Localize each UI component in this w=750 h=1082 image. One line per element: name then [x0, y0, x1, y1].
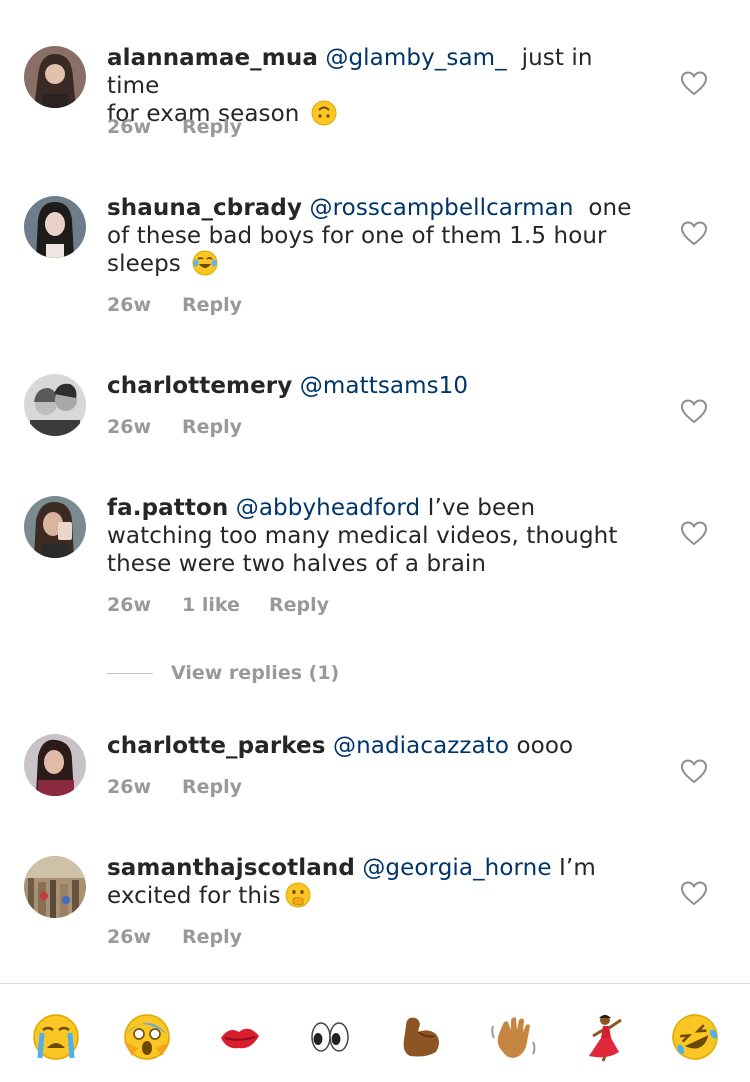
like-heart-icon[interactable] — [680, 398, 708, 424]
upside-down-face-emoji — [311, 100, 337, 126]
comment-body-line: of these bad boys for one of them 1.5 ho… — [107, 223, 607, 249]
view-replies-button[interactable]: View replies (1) — [107, 662, 339, 690]
mention-link[interactable]: @mattsams10 — [300, 373, 468, 399]
mention-link[interactable]: @abbyheadford — [236, 495, 420, 521]
like-count[interactable]: 1 like — [182, 594, 269, 616]
like-heart-icon[interactable] — [680, 520, 708, 546]
reply-button[interactable]: Reply — [182, 776, 242, 798]
reply-button[interactable]: Reply — [182, 926, 242, 948]
comment-body-line: I’m — [559, 855, 596, 881]
comment-body-line: excited for this — [107, 883, 281, 909]
comment-meta: 26w Reply — [107, 776, 242, 798]
like-heart-icon[interactable] — [680, 880, 708, 906]
mention-link[interactable]: @glamby_sam_ — [325, 45, 506, 71]
username[interactable]: alannamae_mua — [107, 45, 318, 71]
avatar[interactable] — [24, 196, 86, 258]
comment-text: fa.patton @abbyheadford I’ve been watchi… — [107, 494, 647, 578]
username[interactable]: charlottemery — [107, 373, 292, 399]
reply-button[interactable]: Reply — [182, 416, 242, 438]
avatar[interactable] — [24, 856, 86, 918]
username[interactable]: samanthajscotland — [107, 855, 355, 881]
timestamp: 26w — [107, 926, 151, 948]
comment-body-line: I’ve been — [427, 495, 536, 521]
eyes-icon[interactable] — [305, 1012, 355, 1062]
comment-body-line: these were two halves of a brain — [107, 551, 487, 577]
like-heart-icon[interactable] — [680, 758, 708, 784]
timestamp: 26w — [107, 416, 151, 438]
comment-meta: 26w 1 like Reply — [107, 594, 329, 616]
comment-text: charlotte_parkes @nadiacazzato oooo — [107, 732, 647, 760]
timestamp: 26w — [107, 294, 151, 316]
timestamp: 26w — [107, 776, 151, 798]
comment-meta: 26w Reply — [107, 926, 242, 948]
flexed-biceps-icon[interactable] — [396, 1012, 446, 1062]
comment-meta: 26w Reply — [107, 116, 242, 138]
emoji-quick-bar — [0, 1012, 750, 1068]
comment-meta: 26w Reply — [107, 294, 242, 316]
username[interactable]: charlotte_parkes — [107, 733, 326, 759]
comment-body-line: one — [588, 195, 632, 221]
hand-over-mouth-face-emoji — [285, 882, 311, 908]
view-replies-line — [107, 672, 153, 674]
timestamp: 26w — [107, 594, 151, 616]
waving-hand-icon[interactable] — [489, 1012, 539, 1062]
mention-link[interactable]: @rosscampbellcarman — [310, 195, 574, 221]
screaming-in-fear-face-icon[interactable] — [122, 1012, 172, 1062]
comment-text: shauna_cbrady @rosscampbellcarman one of… — [107, 194, 647, 278]
avatar[interactable] — [24, 734, 86, 796]
comment-text: samanthajscotland @georgia_horne I’m exc… — [107, 854, 647, 910]
loudly-crying-face-icon[interactable] — [31, 1012, 81, 1062]
tears-of-joy-face-emoji — [192, 250, 218, 276]
username[interactable]: shauna_cbrady — [107, 195, 302, 221]
comment-meta: 26w Reply — [107, 416, 242, 438]
comment-text: charlottemery @mattsams10 — [107, 372, 647, 400]
comment-body-line: watching too many medical videos, though… — [107, 523, 618, 549]
mention-link[interactable]: @nadiacazzato — [333, 733, 509, 759]
comment-body-line: oooo — [516, 733, 574, 759]
view-replies-label: View replies (1) — [171, 662, 340, 684]
reply-button[interactable]: Reply — [269, 594, 329, 616]
reply-button[interactable]: Reply — [182, 116, 242, 138]
like-heart-icon[interactable] — [680, 70, 708, 96]
username[interactable]: fa.patton — [107, 495, 228, 521]
rolling-on-floor-laughing-face-icon[interactable] — [670, 1012, 720, 1062]
avatar[interactable] — [24, 496, 86, 558]
reply-button[interactable]: Reply — [182, 294, 242, 316]
woman-dancing-icon[interactable] — [579, 1012, 629, 1062]
comment-body-line: sleeps — [107, 251, 181, 277]
mention-link[interactable]: @georgia_horne — [362, 855, 551, 881]
avatar[interactable] — [24, 374, 86, 436]
avatar[interactable] — [24, 46, 86, 108]
timestamp: 26w — [107, 116, 151, 138]
divider — [0, 983, 750, 984]
like-heart-icon[interactable] — [680, 220, 708, 246]
kiss-mark-icon[interactable] — [215, 1012, 265, 1062]
